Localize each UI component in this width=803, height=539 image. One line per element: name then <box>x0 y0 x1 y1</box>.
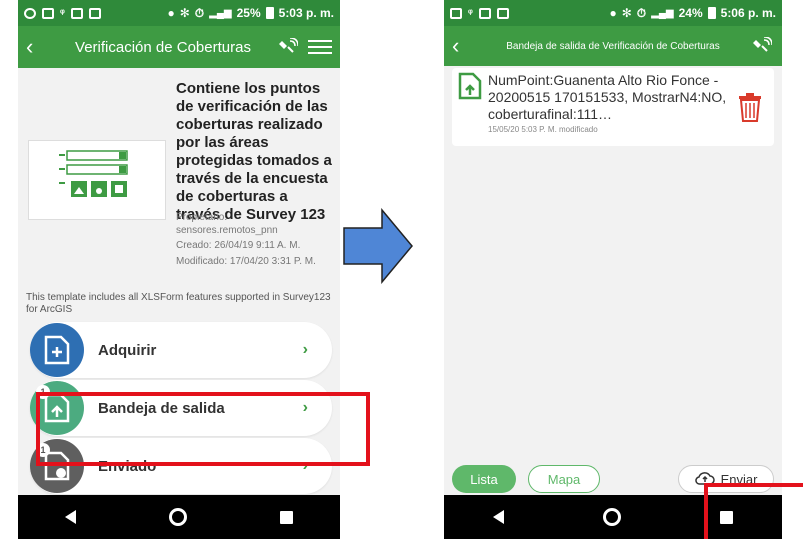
page-title: Verificación de Coberturas <box>75 38 251 56</box>
created-date: Creado: 26/04/19 9:11 A. M. <box>176 240 301 251</box>
outbox-item-modified: 15/05/20 5:03 P. M. modificado <box>488 125 598 134</box>
cell-signal-icon: ▂▄▆ <box>651 7 674 19</box>
menu-item-adquirir[interactable]: Adquirir › <box>30 322 332 378</box>
highlight-box-outbox <box>36 392 370 466</box>
page-title: Bandeja de salida de Verificación de Cob… <box>506 40 720 52</box>
nav-back-icon[interactable] <box>64 510 76 524</box>
gallery-icon <box>496 7 509 19</box>
clock: 5:03 p. m. <box>278 6 334 20</box>
tab-mapa[interactable]: Mapa <box>528 465 600 493</box>
gallery-icon <box>88 7 101 19</box>
transition-arrow <box>343 208 413 284</box>
status-bar: ᵠ ● ✻ ⏱ ▂▄▆ 24% 5:06 p. m. <box>444 0 782 26</box>
bluetooth-icon: ✻ <box>179 6 190 20</box>
survey-metadata: Propietario: sensores.remotos_pnn Creado:… <box>176 212 336 271</box>
alarm-icon: ⏱ <box>194 5 205 20</box>
nav-back-icon[interactable] <box>493 510 505 524</box>
owner-label: Propietario: <box>176 212 228 223</box>
bluetooth-icon: ✻ <box>621 6 632 20</box>
satellite-icon[interactable] <box>276 38 300 56</box>
satellite-icon[interactable] <box>750 37 774 55</box>
screen-cast-icon <box>478 7 491 19</box>
owner-value: sensores.remotos_pnn <box>176 224 278 236</box>
back-arrow-icon[interactable]: ‹ <box>452 33 476 59</box>
whatsapp-icon <box>24 7 36 19</box>
android-nav-bar <box>18 495 340 539</box>
download-form-icon <box>30 323 84 377</box>
chevron-right-icon: › <box>302 341 308 358</box>
survey-description: Contiene los puntos de verificación de l… <box>176 80 332 223</box>
battery-icon <box>707 7 716 19</box>
image-notification-icon <box>42 7 54 19</box>
modified-date: Modificado: 17/04/20 3:31 P. M. <box>176 255 316 267</box>
outbox-document-icon <box>458 72 484 142</box>
battery-icon <box>265 7 274 19</box>
battery-percent: 24% <box>678 6 703 20</box>
highlight-box-send <box>704 483 803 539</box>
screen-cast-icon <box>70 7 83 19</box>
trash-icon[interactable] <box>732 72 768 142</box>
nav-home-icon[interactable] <box>602 508 621 526</box>
outbox-item-summary: NumPoint:Guanenta Alto Rio Fonce - 20200… <box>488 72 727 122</box>
nav-recent-apps-icon[interactable] <box>280 510 294 524</box>
image-notification-icon <box>450 7 462 19</box>
cell-signal-icon: ▂▄▆ <box>209 7 232 19</box>
back-arrow-icon[interactable]: ‹ <box>26 34 50 60</box>
location-icon: ● <box>167 6 175 20</box>
phone-screen-outbox: ᵠ ● ✻ ⏱ ▂▄▆ 24% 5:06 p. m. ‹ Bandeja de … <box>444 0 782 539</box>
tab-lista[interactable]: Lista <box>452 465 516 493</box>
app-bar: ‹ Bandeja de salida de Verificación de C… <box>444 26 782 66</box>
survey-thumbnail <box>28 140 166 220</box>
app-bar: ‹ Verificación de Coberturas <box>18 26 340 68</box>
menu-label-adquirir: Adquirir <box>98 341 157 359</box>
outbox-list-item[interactable]: NumPoint:Guanenta Alto Rio Fonce - 20200… <box>452 68 774 146</box>
status-bar: ᵠ ● ✻ ⏱ ▂▄▆ 25% 5:03 p. m. <box>18 0 340 26</box>
nav-home-icon[interactable] <box>168 508 187 526</box>
hamburger-menu-icon[interactable] <box>308 40 332 54</box>
signal-icon: ᵠ <box>60 7 65 19</box>
alarm-icon: ⏱ <box>636 5 647 20</box>
clock: 5:06 p. m. <box>720 6 776 20</box>
template-note: This template includes all XLSForm featu… <box>26 292 331 314</box>
location-icon: ● <box>609 6 617 20</box>
signal-icon: ᵠ <box>468 7 473 19</box>
battery-percent: 25% <box>236 6 261 20</box>
